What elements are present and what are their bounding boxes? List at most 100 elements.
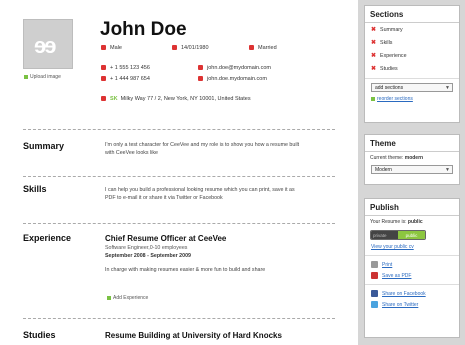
phone2-value: + 1 444 987 654 — [110, 76, 150, 82]
upload-image-link[interactable]: Upload image — [24, 74, 61, 80]
view-public-cv-link[interactable]: View your public cv — [365, 242, 459, 252]
ceevee-logo-icon: ɘɘ — [34, 33, 57, 58]
job-date[interactable]: September 2008 - September 2009 — [105, 253, 191, 259]
theme-panel-title: Theme — [365, 135, 459, 152]
study-title[interactable]: Resume Building at University of Hard Kn… — [105, 331, 282, 340]
section-item-label: Summary — [380, 27, 403, 33]
divider — [365, 255, 459, 256]
summary-text[interactable]: I'm only a test character for CeeVee and… — [105, 141, 305, 157]
marital-value: Married — [258, 45, 277, 51]
dob-field[interactable]: 14/01/1980 — [172, 45, 209, 51]
pdf-icon — [371, 272, 378, 279]
experience-title: Experience — [23, 233, 72, 243]
email-value: john.doe@mydomain.com — [207, 65, 271, 71]
phone1-field[interactable]: + 1 555 123 456 — [101, 65, 150, 71]
divider — [365, 284, 459, 285]
divider — [365, 78, 459, 79]
phone2-field[interactable]: + 1 444 987 654 — [101, 76, 150, 82]
remove-icon[interactable]: ✖ — [371, 40, 376, 46]
save-pdf-label: Save as PDF — [382, 272, 412, 279]
address-field[interactable]: SK Milky Way 77 / 2, New York, NY 10001, … — [101, 96, 251, 102]
section-item-experience[interactable]: ✖ Experience — [365, 49, 459, 62]
print-label: Print — [382, 261, 393, 268]
person-name[interactable]: John Doe — [100, 19, 187, 41]
share-facebook-label: Share on Facebook — [382, 290, 426, 297]
skills-title: Skills — [23, 184, 47, 194]
add-sections-value: add sections — [375, 85, 404, 91]
share-twitter-label: Share on Twitter — [382, 301, 419, 308]
print-icon — [371, 261, 378, 268]
current-theme-label: Current theme: — [370, 155, 404, 161]
print-link[interactable]: Print — [365, 259, 459, 270]
address-prefix: SK — [110, 96, 118, 102]
save-pdf-link[interactable]: Save as PDF — [365, 270, 459, 281]
share-facebook-link[interactable]: Share on Facebook — [365, 288, 459, 299]
share-twitter-link[interactable]: Share on Twitter — [365, 299, 459, 310]
current-theme: Current theme: modern — [365, 152, 459, 161]
twitter-icon — [371, 301, 378, 308]
skills-text[interactable]: I can help you build a professional look… — [105, 186, 305, 202]
divider — [23, 129, 335, 130]
divider — [23, 223, 335, 224]
sections-panel-title: Sections — [365, 6, 459, 23]
phone1-value: + 1 555 123 456 — [110, 65, 150, 71]
facebook-icon — [371, 290, 378, 297]
job-description[interactable]: In charge with making resumes easier & m… — [105, 266, 305, 274]
chevron-down-icon: ▼ — [445, 167, 450, 173]
rings-icon — [249, 45, 254, 51]
gender-icon — [101, 45, 106, 51]
reorder-sections-label: reorder sections — [377, 96, 413, 102]
section-item-label: Studies — [380, 66, 398, 72]
toggle-public[interactable]: public — [398, 231, 425, 239]
remove-icon[interactable]: ✖ — [371, 66, 376, 72]
divider — [23, 176, 335, 177]
upload-image-label: Upload image — [30, 74, 61, 80]
publish-status-label: Your Resume is: — [370, 219, 407, 225]
sections-panel: Sections ✖ Summary ✖ Skills ✖ Experience ✖ S… — [364, 5, 460, 123]
mobile-icon — [101, 76, 106, 82]
gender-field[interactable]: Male — [101, 45, 122, 51]
plus-icon — [24, 74, 28, 79]
chevron-down-icon: ▼ — [445, 85, 450, 91]
email-icon — [198, 65, 203, 71]
plus-icon — [107, 295, 111, 300]
phone-icon — [101, 65, 106, 71]
calendar-icon — [172, 45, 177, 51]
website-value: john.doe.mydomain.com — [207, 76, 267, 82]
globe-icon — [198, 76, 203, 82]
address-value: Milky Way 77 / 2, New York, NY 10001, Un… — [120, 96, 251, 102]
toggle-private[interactable]: private — [371, 231, 398, 239]
studies-title: Studies — [23, 330, 56, 340]
section-item-summary[interactable]: ✖ Summary — [365, 23, 459, 36]
job-subtitle[interactable]: Software Engineer,0-10 employees — [105, 245, 187, 251]
gender-value: Male — [110, 45, 122, 51]
website-field[interactable]: john.doe.mydomain.com — [198, 76, 267, 82]
reorder-icon — [371, 96, 375, 101]
remove-icon[interactable]: ✖ — [371, 53, 376, 59]
publish-toggle[interactable]: private public — [370, 230, 426, 240]
add-sections-select[interactable]: add sections ▼ — [371, 83, 453, 92]
publish-status-value: public — [407, 219, 423, 225]
theme-select-value: Modern — [375, 167, 392, 173]
section-item-studies[interactable]: ✖ Studies — [365, 62, 459, 75]
dob-value: 14/01/1980 — [181, 45, 209, 51]
resume-area: ɘɘ Upload image John Doe Male 14/01/1980… — [0, 0, 358, 345]
email-field[interactable]: john.doe@mydomain.com — [198, 65, 271, 71]
reorder-sections-link[interactable]: reorder sections — [365, 96, 459, 102]
marital-field[interactable]: Married — [249, 45, 277, 51]
remove-icon[interactable]: ✖ — [371, 27, 376, 33]
profile-photo[interactable]: ɘɘ — [23, 19, 73, 69]
home-icon — [101, 96, 106, 102]
section-item-skills[interactable]: ✖ Skills — [365, 36, 459, 49]
publish-status: Your Resume is: public — [365, 216, 459, 228]
job-title[interactable]: Chief Resume Officer at CeeVee — [105, 234, 226, 243]
publish-panel-title: Publish — [365, 199, 459, 216]
theme-panel: Theme Current theme: modern Modern ▼ — [364, 134, 460, 185]
theme-select[interactable]: Modern ▼ — [371, 165, 453, 174]
publish-panel: Publish Your Resume is: public private p… — [364, 198, 460, 338]
section-item-label: Experience — [380, 53, 407, 59]
section-item-label: Skills — [380, 40, 393, 46]
add-experience-link[interactable]: Add Experience — [107, 295, 148, 301]
current-theme-value: modern — [404, 155, 424, 161]
divider — [23, 318, 335, 319]
